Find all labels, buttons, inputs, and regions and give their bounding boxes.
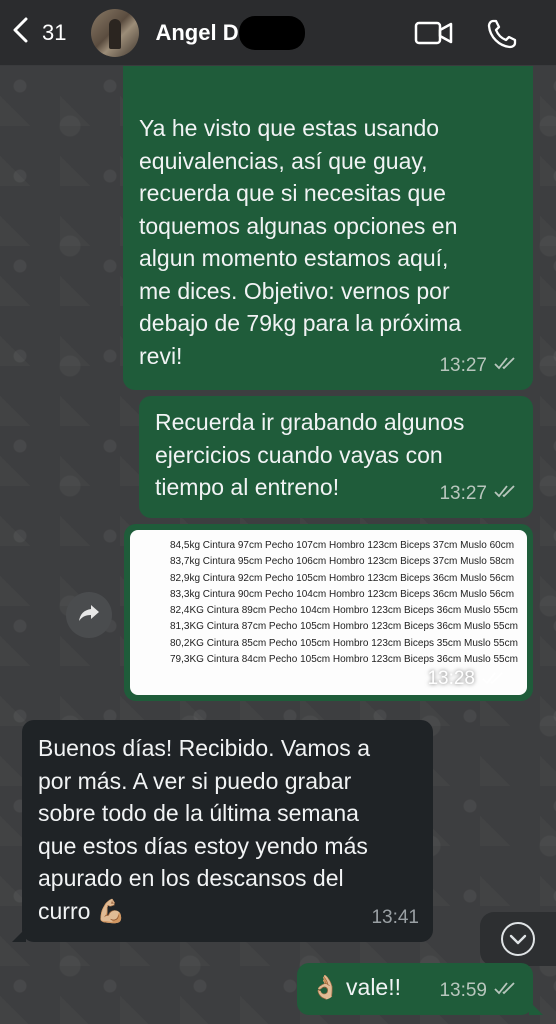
phone-icon <box>486 18 518 50</box>
message-bubble-outgoing[interactable]: Ya he visto que estas usando equivalenci… <box>123 40 533 390</box>
message-time: 13:41 <box>371 906 419 928</box>
message-text: Buenos días! Recibido. Vamos a por más. … <box>38 735 370 924</box>
redaction-mark <box>238 15 305 50</box>
forward-button[interactable] <box>66 592 112 638</box>
chat-header: 31 Angel D <box>0 0 556 66</box>
contact-name-area[interactable]: Angel D <box>155 15 305 50</box>
double-check-icon <box>493 478 519 511</box>
message-bubble-incoming[interactable]: Buenos días! Recibido. Vamos a por más. … <box>12 720 433 942</box>
contact-name: Angel D <box>155 19 239 45</box>
unread-count: 31 <box>42 19 67 45</box>
avatar[interactable] <box>91 8 140 57</box>
message-time: 13:27 <box>439 482 487 504</box>
message-text: Ya he visto que estas usando equivalenci… <box>139 115 462 369</box>
double-check-icon <box>493 350 519 383</box>
image-text-row: 82,9kg Cintura 92cm Pecho 105cm Hombro 1… <box>170 572 515 584</box>
message-time: 13:27 <box>439 354 487 376</box>
message-bubble-image[interactable]: 84,5kg Cintura 97cm Pecho 107cm Hombro 1… <box>124 524 533 701</box>
chevron-left-icon <box>10 17 32 48</box>
message-meta: 13:27 <box>439 478 519 511</box>
image-text-row: 83,7kg Cintura 95cm Pecho 106cm Hombro 1… <box>170 556 515 568</box>
chevron-down-icon <box>501 922 535 956</box>
bubble-tail <box>12 928 26 942</box>
image-text-row: 79,3KG Cintura 84cm Pecho 105cm Hombro 1… <box>170 654 518 666</box>
message-time: 13:28 <box>427 668 475 690</box>
message-time: 13:59 <box>439 979 487 1001</box>
image-text-row: 80,2KG Cintura 85cm Pecho 105cm Hombro 1… <box>170 637 518 649</box>
image-text-row: 84,5kg Cintura 97cm Pecho 107cm Hombro 1… <box>170 540 515 551</box>
scroll-to-bottom-button[interactable] <box>480 912 556 966</box>
message-meta: 13:27 <box>439 350 519 383</box>
video-camera-icon <box>414 18 454 48</box>
double-check-icon <box>481 670 507 689</box>
image-attachment[interactable]: 84,5kg Cintura 97cm Pecho 107cm Hombro 1… <box>130 530 527 695</box>
message-meta: 13:59 <box>439 975 519 1008</box>
back-button[interactable]: 31 <box>10 17 66 48</box>
forward-arrow-icon <box>78 603 100 628</box>
voice-call-button[interactable] <box>486 18 518 50</box>
message-bubble-outgoing[interactable]: Recuerda ir grabando algunos ejercicios … <box>139 396 533 518</box>
message-meta: 13:28 <box>427 668 507 690</box>
image-text-row: 83,3kg Cintura 90cm Pecho 104cm Hombro 1… <box>170 588 515 600</box>
video-call-button[interactable] <box>414 18 454 48</box>
double-check-icon <box>493 975 519 1008</box>
message-bubble-outgoing[interactable]: 👌🏼 vale!! 13:59 <box>297 963 543 1015</box>
image-text-row: 81,3KG Cintura 87cm Pecho 105cm Hombro 1… <box>170 621 518 633</box>
bubble-tail <box>529 1001 543 1015</box>
image-text-row: 82,4KG Cintura 89cm Pecho 104cm Hombro 1… <box>170 605 518 617</box>
message-meta: 13:41 <box>371 902 419 935</box>
